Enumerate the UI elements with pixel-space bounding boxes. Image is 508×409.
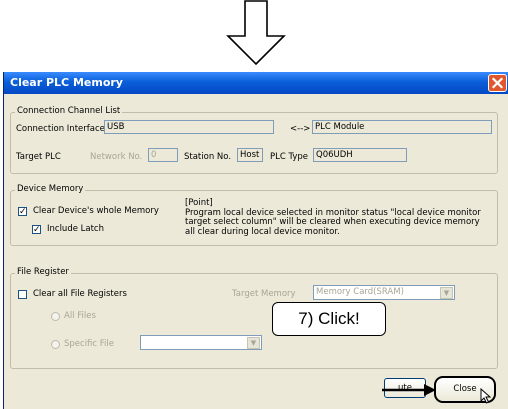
- include-latch-label: Include Latch: [47, 224, 104, 234]
- network-no-value: 0: [151, 150, 157, 160]
- network-no-field: 0: [148, 148, 178, 162]
- specific-file-radio[interactable]: [51, 340, 60, 349]
- click-annotation-text: 7) Click!: [298, 309, 360, 328]
- network-no-label: Network No.: [90, 152, 143, 162]
- close-button-label: Close: [453, 384, 477, 394]
- close-icon: [491, 77, 504, 89]
- connection-arrow-text: <-->: [290, 124, 311, 134]
- all-files-radio[interactable]: [51, 312, 60, 321]
- target-plc-label: Target PLC: [16, 152, 61, 162]
- station-no-field: Host: [237, 148, 263, 162]
- clear-file-registers-checkbox[interactable]: [18, 290, 27, 299]
- specific-file-select[interactable]: ▼: [140, 335, 262, 350]
- close-button[interactable]: Close: [434, 376, 496, 404]
- clear-device-memory-checkbox[interactable]: ✓: [18, 207, 27, 217]
- connection-group-label: Connection Channel List: [15, 106, 123, 116]
- connection-interface-label: Connection Interface: [16, 124, 105, 134]
- clear-device-memory-label: Clear Device's whole Memory: [33, 206, 159, 216]
- plc-type-value: Q06UDH: [316, 150, 353, 160]
- interface-value: USB: [107, 122, 125, 132]
- mouse-cursor-icon: [480, 388, 492, 404]
- point-line-3: all clear during local device monitor.: [185, 226, 340, 237]
- click-annotation: 7) Click!: [272, 302, 386, 336]
- callout-arrow-icon: [382, 384, 436, 396]
- plc-type-field: Q06UDH: [313, 148, 407, 162]
- target-memory-label: Target Memory: [232, 289, 296, 299]
- title-bar[interactable]: Clear PLC Memory: [4, 72, 508, 94]
- plc-type-label: PLC Type: [270, 152, 309, 162]
- clear-file-registers-checkbox-row[interactable]: Clear all File Registers: [18, 289, 168, 301]
- specific-file-label: Specific File: [64, 339, 115, 349]
- station-no-value: Host: [240, 150, 260, 160]
- station-no-label: Station No.: [184, 152, 232, 162]
- all-files-label: All Files: [64, 311, 96, 321]
- target-memory-select[interactable]: Memory Card(SRAM) ▼: [313, 285, 455, 300]
- checkmark-icon: ✓: [33, 225, 41, 235]
- include-latch-checkbox-row[interactable]: ✓ Include Latch: [32, 224, 132, 236]
- target-memory-value: Memory Card(SRAM): [316, 287, 404, 297]
- clear-device-memory-checkbox-row[interactable]: ✓ Clear Device's whole Memory: [18, 206, 178, 218]
- close-window-button[interactable]: [488, 74, 507, 92]
- point-note: [Point] Program local device selected in…: [185, 198, 500, 237]
- dropdown-arrow-icon[interactable]: ▼: [247, 336, 260, 349]
- target-module-value: PLC Module: [315, 122, 365, 132]
- down-arrow-icon: [226, 0, 286, 66]
- dropdown-arrow-icon[interactable]: ▼: [440, 286, 453, 299]
- file-register-group-label: File Register: [15, 267, 71, 277]
- clear-plc-memory-dialog: Clear PLC Memory Connection Channel List…: [3, 72, 508, 409]
- device-memory-group-label: Device Memory: [15, 184, 86, 194]
- include-latch-checkbox[interactable]: ✓: [32, 225, 41, 235]
- clear-file-registers-label: Clear all File Registers: [33, 289, 127, 299]
- checkmark-icon: ✓: [19, 207, 27, 217]
- connection-interface-field: USB: [104, 120, 274, 134]
- window-title: Clear PLC Memory: [10, 76, 123, 89]
- target-module-field: PLC Module: [312, 120, 492, 134]
